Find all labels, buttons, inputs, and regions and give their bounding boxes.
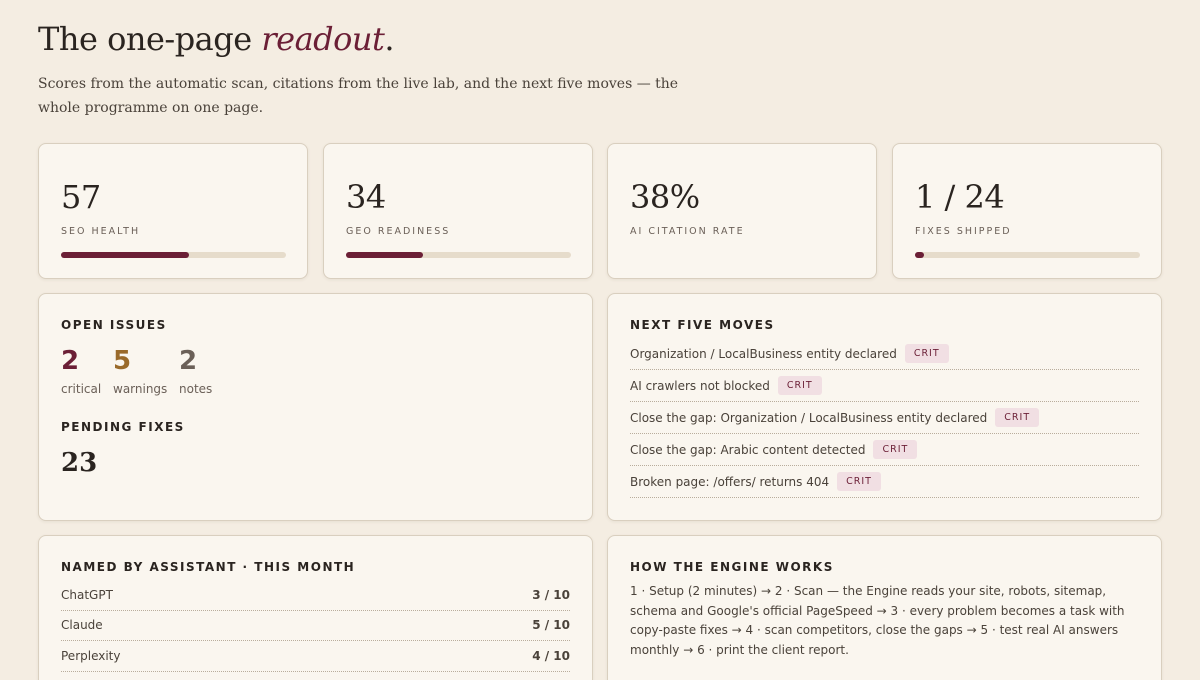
engine-steps: 1 · Setup (2 minutes) → 2 · Scan — the E… <box>630 584 1125 657</box>
pending-fixes-count: 23 <box>61 448 98 478</box>
assistant-row: Perplexity 4 / 10 <box>61 641 570 672</box>
crit-badge: CRIT <box>777 376 822 395</box>
progress-fill <box>346 252 423 258</box>
stat-card-geo-readiness: 34 GEO READINESS <box>323 143 593 279</box>
stat-card-fixes-shipped: 1 / 24 FIXES SHIPPED <box>892 143 1162 279</box>
page-title-end: . <box>384 20 395 58</box>
move-text: Organization / LocalBusiness entity decl… <box>630 346 897 361</box>
page-subtitle: Scores from the automatic scan, citation… <box>38 76 679 116</box>
stat-label: FIXES SHIPPED <box>915 226 1012 237</box>
assistant-name: ChatGPT <box>61 587 113 602</box>
crit-badge: CRIT <box>904 344 949 363</box>
assistant-name: Perplexity <box>61 648 121 663</box>
issue-label: warnings <box>113 382 168 396</box>
assistant-score: 5 / 10 <box>532 618 570 633</box>
move-text: Close the gap: Arabic content detected <box>630 442 866 457</box>
stat-label: GEO READINESS <box>346 226 451 237</box>
progress-fill <box>61 252 190 258</box>
next-moves-heading: NEXT FIVE MOVES <box>630 318 775 332</box>
issue-group-critical: 2 critical <box>61 346 101 396</box>
move-item[interactable]: Close the gap: Organization / LocalBusin… <box>630 402 1139 434</box>
move-text: AI crawlers not blocked <box>630 378 770 393</box>
stat-label: SEO HEALTH <box>61 226 141 237</box>
move-text: Broken page: /offers/ returns 404 <box>630 474 830 489</box>
assistant-row: Claude 5 / 10 <box>61 611 570 641</box>
progress-track <box>346 252 571 258</box>
engine-heading: HOW THE ENGINE WORKS <box>630 560 834 574</box>
progress-fill <box>915 252 925 258</box>
crit-badge: CRIT <box>837 472 881 491</box>
issue-group-notes: 2 notes <box>179 346 212 396</box>
issue-count: 5 <box>113 346 132 376</box>
move-item[interactable]: Broken page: /offers/ returns 404 CRIT <box>630 466 1139 498</box>
stat-label: AI CITATION RATE <box>630 226 745 237</box>
stat-card-ai-citation-rate: 38% AI CITATION RATE <box>607 143 877 279</box>
progress-track <box>915 252 1140 258</box>
crit-badge: CRIT <box>873 440 918 459</box>
move-item[interactable]: AI crawlers not blocked CRIT <box>630 370 1139 402</box>
assistant-name: Claude <box>61 618 103 633</box>
assistant-row: ChatGPT 3 / 10 <box>61 580 570 611</box>
stat-value: 38% <box>630 178 700 216</box>
page-title-main: The one-page <box>38 20 262 58</box>
move-item[interactable]: Organization / LocalBusiness entity decl… <box>630 338 1139 370</box>
assistant-citations-heading: NAMED BY ASSISTANT · THIS MONTH <box>61 560 356 574</box>
move-text: Close the gap: Organization / LocalBusin… <box>630 410 988 425</box>
stat-card-seo-health: 57 SEO HEALTH <box>38 143 308 279</box>
move-item[interactable]: Close the gap: Arabic content detected C… <box>630 434 1139 466</box>
assistant-score: 3 / 10 <box>532 587 570 602</box>
assistant-score: 4 / 10 <box>532 648 570 663</box>
open-issues-card: OPEN ISSUES 2 critical 5 warnings 2 note… <box>38 293 593 521</box>
issue-count: 2 <box>61 346 80 376</box>
issue-count: 2 <box>179 346 198 376</box>
assistant-list: ChatGPT 3 / 10 Claude 5 / 10 Perplexity … <box>61 580 570 672</box>
pending-fixes-heading: PENDING FIXES <box>61 420 185 434</box>
open-issues-heading: OPEN ISSUES <box>61 318 167 332</box>
assistant-citations-card: NAMED BY ASSISTANT · THIS MONTH ChatGPT … <box>38 535 593 680</box>
page-title-accent: readout <box>261 20 385 58</box>
stat-value: 57 <box>61 178 101 216</box>
issue-label: notes <box>179 382 213 396</box>
engine-card: HOW THE ENGINE WORKS 1 · Setup (2 minute… <box>607 535 1162 680</box>
issue-group-warnings: 5 warnings <box>113 346 167 396</box>
stat-value: 34 <box>346 178 386 216</box>
page-title: The one-page readout. <box>38 20 395 58</box>
next-moves-card: NEXT FIVE MOVES Organization / LocalBusi… <box>607 293 1162 521</box>
progress-track <box>61 252 286 258</box>
move-list: Organization / LocalBusiness entity decl… <box>630 338 1139 498</box>
crit-badge: CRIT <box>995 408 1040 427</box>
issue-label: critical <box>61 382 102 396</box>
stat-value: 1 / 24 <box>915 178 1005 216</box>
